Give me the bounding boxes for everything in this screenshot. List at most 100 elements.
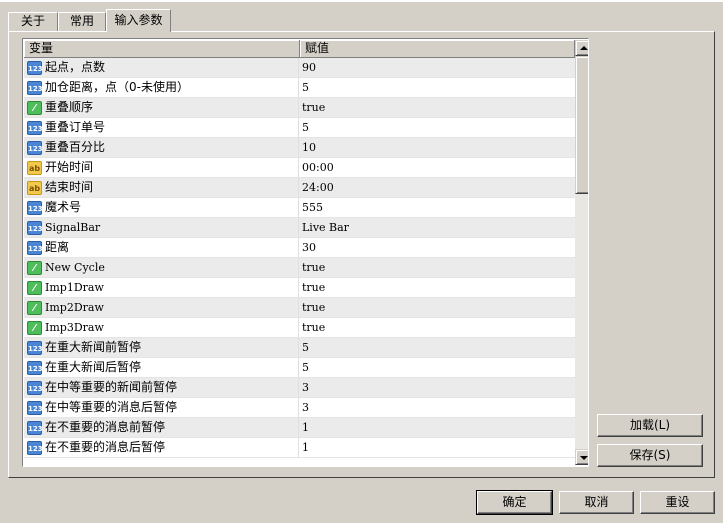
number-type-icon: 123 [27,341,43,355]
value-cell[interactable]: true [300,298,575,318]
number-type-icon: 123 [27,221,43,235]
parameters-grid: 变量 赋值 123 起点，点数 90 123 加仓距离，点（0-未使用） 5 ⁄ 重叠顺序 tr… [22,38,589,467]
value-cell[interactable]: true [300,318,575,338]
variable-cell: 123 起点，点数 [24,58,299,78]
number-type-icon: 123 [27,361,43,375]
value-cell[interactable]: 24:00 [300,178,575,198]
value-cell[interactable]: 1 [300,418,575,438]
variable-name: 重叠百分比 [45,140,106,154]
window-top-edge [0,0,723,2]
tab-common[interactable]: 常用 [58,12,106,31]
number-type-icon: 123 [27,441,43,455]
reset-button[interactable]: 重设 [640,491,715,514]
value-cell[interactable]: Live Bar [300,218,575,238]
value-cell[interactable]: 1 [300,438,575,458]
table-row[interactable]: ⁄ Imp2Draw true [24,298,575,318]
table-row[interactable]: 123 加仓距离，点（0-未使用） 5 [24,78,575,98]
number-type-icon: 123 [27,121,43,135]
table-row[interactable]: 123 在重大新闻后暂停 5 [24,358,575,378]
table-row[interactable]: 123 魔术号 555 [24,198,575,218]
value-cell[interactable]: 5 [300,118,575,138]
table-row[interactable]: ab 开始时间 00:00 [24,158,575,178]
number-type-icon: 123 [27,141,43,155]
variable-name: SignalBar [45,221,101,234]
bool-type-icon: ⁄ [27,321,42,335]
header-value[interactable]: 赋值 [300,40,575,58]
save-button[interactable]: 保存(S) [597,444,703,467]
variable-name: 在不重要的消息前暂停 [45,420,166,434]
variable-name: 结束时间 [45,180,94,194]
variable-cell: 123 距离 [24,238,299,258]
scroll-up-button[interactable] [575,40,588,56]
variable-cell: 123 在中等重要的消息后暂停 [24,398,299,418]
scroll-down-button[interactable] [575,449,588,465]
table-row[interactable]: 123 在不重要的消息后暂停 1 [24,438,575,458]
variable-cell: 123 加仓距离，点（0-未使用） [24,78,299,98]
table-row[interactable]: ⁄ Imp1Draw true [24,278,575,298]
value-cell[interactable]: true [300,98,575,118]
ok-button[interactable]: 确定 [476,490,553,515]
number-type-icon: 123 [27,201,43,215]
variable-cell: 123 重叠百分比 [24,138,299,158]
number-type-icon: 123 [27,81,43,95]
value-cell[interactable]: 3 [300,378,575,398]
variable-cell: 123 在中等重要的新闻前暂停 [24,378,299,398]
vertical-scrollbar[interactable] [575,40,588,465]
variable-cell: ⁄ Imp3Draw [24,318,299,338]
variable-name: 在不重要的消息后暂停 [45,440,166,454]
variable-name: 在重大新闻后暂停 [45,360,142,374]
number-type-icon: 123 [27,241,43,255]
value-cell[interactable]: 5 [300,78,575,98]
grid-header: 变量 赋值 [24,40,575,58]
bool-type-icon: ⁄ [27,301,42,315]
variable-cell: ⁄ Imp1Draw [24,278,299,298]
value-cell[interactable]: true [300,278,575,298]
table-row[interactable]: 123 在中等重要的消息后暂停 3 [24,398,575,418]
value-cell[interactable]: 30 [300,238,575,258]
value-cell[interactable]: 00:00 [300,158,575,178]
variable-cell: 123 在不重要的消息前暂停 [24,418,299,438]
table-row[interactable]: ⁄ New Cycle true [24,258,575,278]
table-row[interactable]: ⁄ 重叠顺序 true [24,98,575,118]
table-row[interactable]: 123 起点，点数 90 [24,58,575,78]
value-cell[interactable]: 5 [300,338,575,358]
table-row[interactable]: ab 结束时间 24:00 [24,178,575,198]
tab-about[interactable]: 关于 [8,12,58,31]
load-button[interactable]: 加载(L) [597,414,703,437]
number-type-icon: 123 [27,381,43,395]
table-row[interactable]: 123 在重大新闻前暂停 5 [24,338,575,358]
cancel-button[interactable]: 取消 [559,491,634,514]
variable-name: 在重大新闻前暂停 [45,340,142,354]
variable-name: 在中等重要的新闻前暂停 [45,380,178,394]
variable-name: 距离 [45,240,70,254]
string-type-icon: ab [27,181,42,195]
value-cell[interactable]: 555 [300,198,575,218]
arrow-down-icon [580,456,588,460]
table-row[interactable]: 123 距离 30 [24,238,575,258]
variable-name: New Cycle [45,261,105,274]
table-row[interactable]: 123 重叠订单号 5 [24,118,575,138]
variable-name: Imp3Draw [45,321,104,334]
bool-type-icon: ⁄ [27,281,42,295]
header-variable[interactable]: 变量 [24,40,300,58]
tab-inputs[interactable]: 输入参数 [106,9,171,32]
variable-cell: ab 结束时间 [24,178,299,198]
table-row[interactable]: 123 重叠百分比 10 [24,138,575,158]
string-type-icon: ab [27,161,42,175]
value-cell[interactable]: true [300,258,575,278]
table-row[interactable]: 123 在中等重要的新闻前暂停 3 [24,378,575,398]
value-cell[interactable]: 90 [300,58,575,78]
table-row[interactable]: ⁄ Imp3Draw true [24,318,575,338]
variable-name: 起点，点数 [45,60,106,74]
number-type-icon: 123 [27,61,43,75]
scroll-thumb[interactable] [575,56,588,194]
variable-name: 在中等重要的消息后暂停 [45,400,178,414]
grid-body: 变量 赋值 123 起点，点数 90 123 加仓距离，点（0-未使用） 5 ⁄ 重叠顺序 tr… [24,40,575,465]
value-cell[interactable]: 3 [300,398,575,418]
table-row[interactable]: 123 在不重要的消息前暂停 1 [24,418,575,438]
number-type-icon: 123 [27,421,43,435]
table-row[interactable]: 123 SignalBar Live Bar [24,218,575,238]
variable-cell: ⁄ Imp2Draw [24,298,299,318]
value-cell[interactable]: 10 [300,138,575,158]
value-cell[interactable]: 5 [300,358,575,378]
